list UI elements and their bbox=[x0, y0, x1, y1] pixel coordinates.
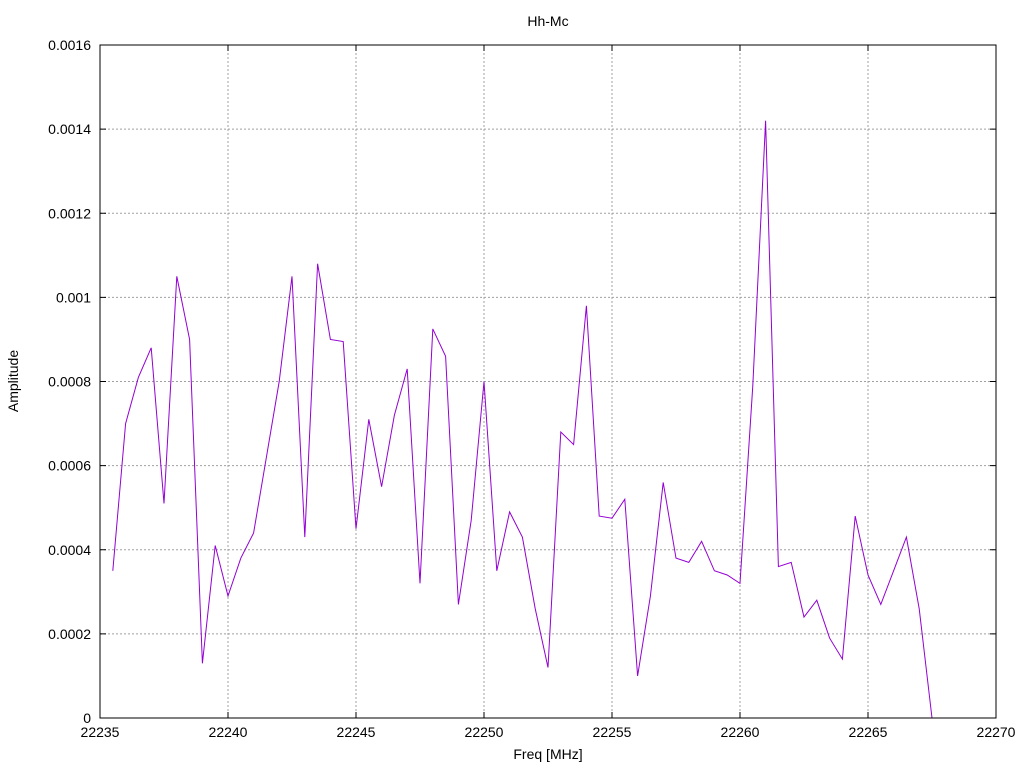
y-tick-label: 0.001 bbox=[56, 289, 91, 305]
y-tick-label: 0.0004 bbox=[48, 542, 91, 558]
y-tick-label: 0.0006 bbox=[48, 458, 91, 474]
line-chart: 22235 22240 22245 22250 22255 22260 22265 22270… bbox=[0, 0, 1024, 768]
x-tick-label: 22255 bbox=[593, 724, 632, 740]
y-tick-label: 0.0016 bbox=[48, 37, 91, 53]
x-tick-label: 22265 bbox=[849, 724, 888, 740]
y-tick-label: 0 bbox=[83, 710, 91, 726]
x-tick-label: 22240 bbox=[209, 724, 248, 740]
y-axis-label: Amplitude bbox=[5, 350, 21, 412]
y-tick-label: 0.0002 bbox=[48, 626, 91, 642]
x-tick-label: 22270 bbox=[977, 724, 1016, 740]
x-tick-label: 22245 bbox=[337, 724, 376, 740]
x-tick-label: 22260 bbox=[721, 724, 760, 740]
y-tick-label: 0.0014 bbox=[48, 121, 91, 137]
chart-background bbox=[0, 0, 1024, 768]
x-axis-label: Freq [MHz] bbox=[513, 746, 582, 762]
x-tick-label: 22235 bbox=[81, 724, 120, 740]
chart-title: Hh-Mc bbox=[527, 13, 568, 29]
y-tick-label: 0.0008 bbox=[48, 374, 91, 390]
y-tick-label: 0.0012 bbox=[48, 205, 91, 221]
x-tick-label: 22250 bbox=[465, 724, 504, 740]
